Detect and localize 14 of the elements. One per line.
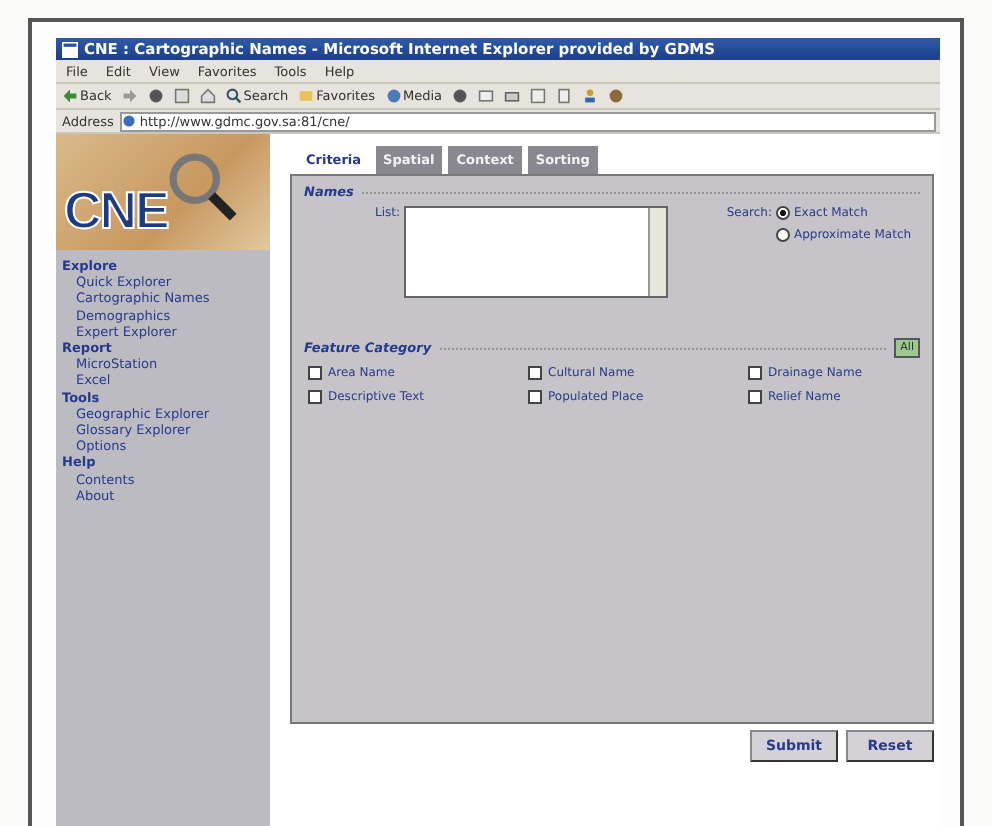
folder-icon: [298, 88, 315, 104]
logo-text: CNE: [64, 182, 168, 238]
magnifier-icon: [166, 150, 238, 222]
forward-arrow-icon[interactable]: [121, 88, 138, 104]
people-icon[interactable]: [582, 88, 599, 104]
map-logo-banner[interactable]: CNE: [56, 134, 270, 250]
scrollbar[interactable]: [648, 208, 666, 296]
home-icon[interactable]: [199, 88, 216, 104]
document-icon[interactable]: [556, 88, 573, 104]
list-textarea[interactable]: [404, 206, 668, 298]
browser-page-icon: [62, 41, 78, 57]
back-arrow-icon: [62, 88, 78, 104]
search-icon: [225, 88, 242, 104]
page-icon: [121, 114, 136, 128]
